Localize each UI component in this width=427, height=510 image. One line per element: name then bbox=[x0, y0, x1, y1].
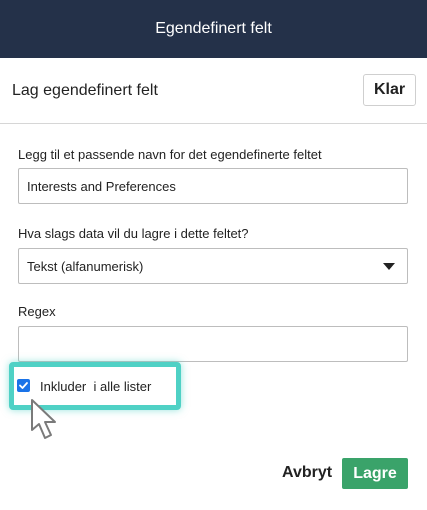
done-button[interactable]: Klar bbox=[363, 74, 416, 106]
field-name-value: Interests and Preferences bbox=[27, 178, 176, 194]
include-in-all-lists-label: Inkluder i alle lister bbox=[40, 379, 152, 394]
include-in-all-lists-checkbox[interactable] bbox=[17, 379, 30, 392]
window-title: Egendefinert felt bbox=[155, 20, 272, 37]
cancel-button[interactable]: Avbryt bbox=[282, 464, 332, 482]
panel-title: Lag egendefinert felt bbox=[12, 82, 158, 99]
panel-header: Lag egendefinert felt Klar bbox=[0, 58, 427, 124]
regex-label: Regex bbox=[18, 304, 56, 319]
field-name-label: Legg til et passende navn for det egende… bbox=[18, 147, 322, 162]
regex-input[interactable] bbox=[18, 326, 408, 362]
save-button[interactable]: Lagre bbox=[342, 458, 408, 489]
data-type-select[interactable]: Tekst (alfanumerisk) bbox=[18, 248, 408, 284]
mouse-pointer-icon bbox=[28, 398, 62, 447]
window-title-bar: Egendefinert felt bbox=[0, 0, 427, 58]
field-name-input[interactable]: Interests and Preferences bbox=[18, 168, 408, 204]
data-type-selected-value: Tekst (alfanumerisk) bbox=[27, 258, 144, 274]
chevron-down-icon bbox=[383, 263, 395, 270]
data-type-label: Hva slags data vil du lagre i dette felt… bbox=[18, 226, 249, 241]
check-icon bbox=[19, 382, 28, 389]
